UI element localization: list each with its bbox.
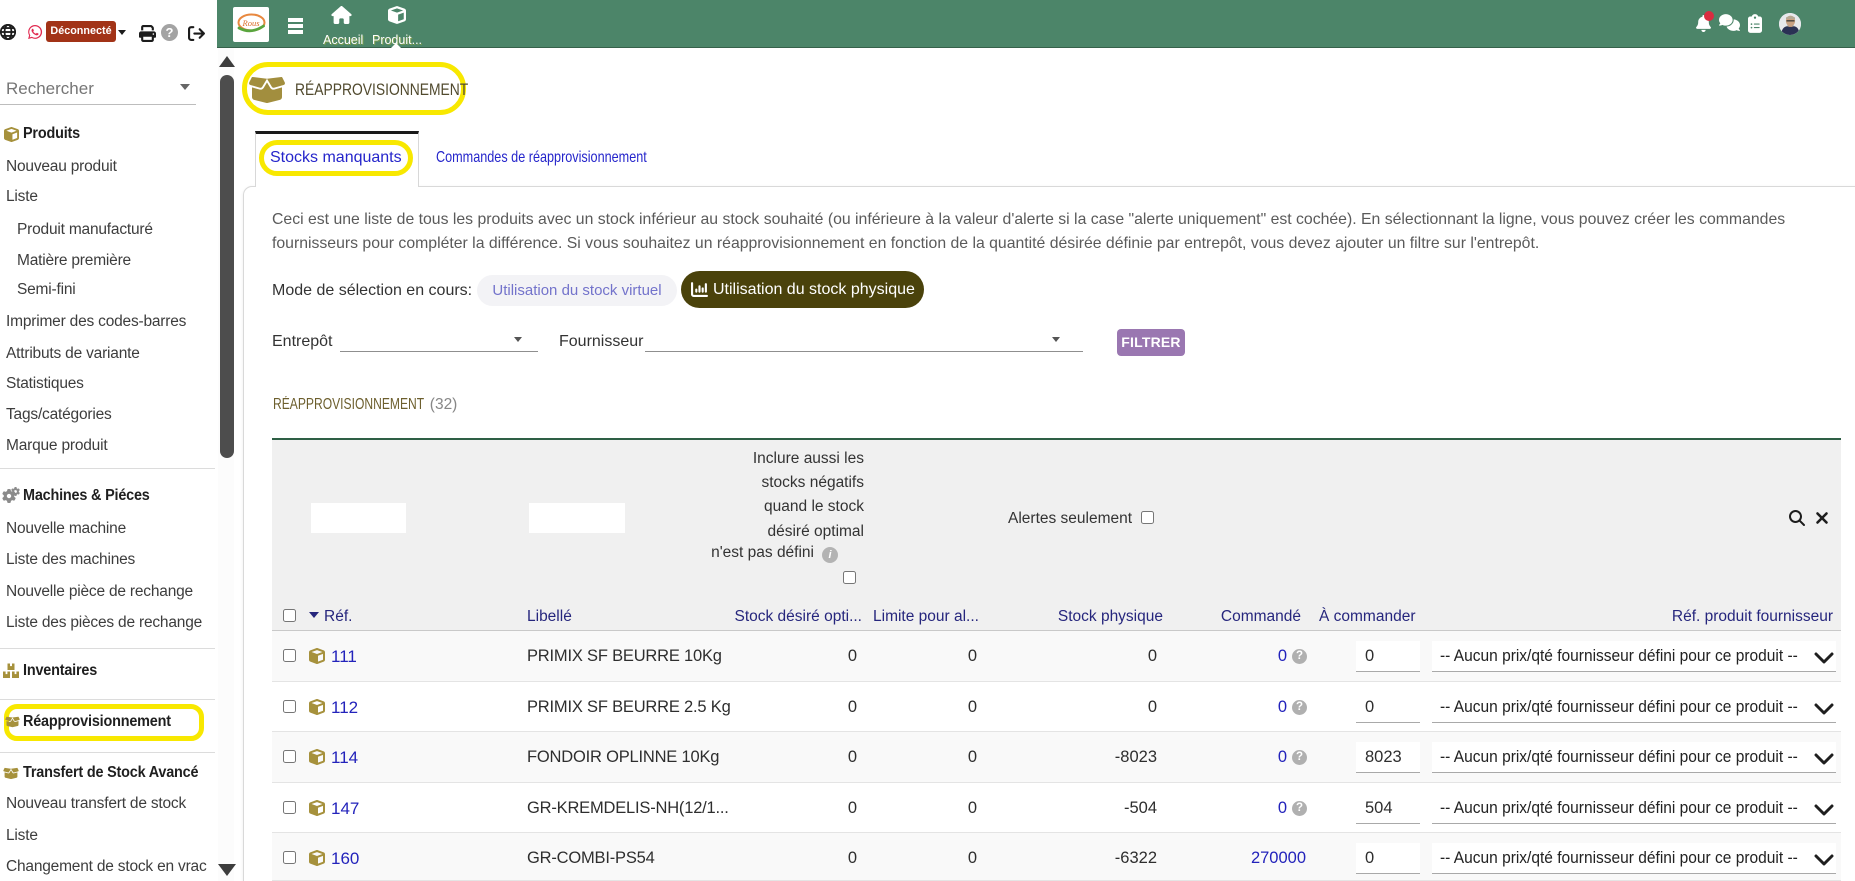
svg-text:Rous: Rous: [242, 18, 261, 28]
